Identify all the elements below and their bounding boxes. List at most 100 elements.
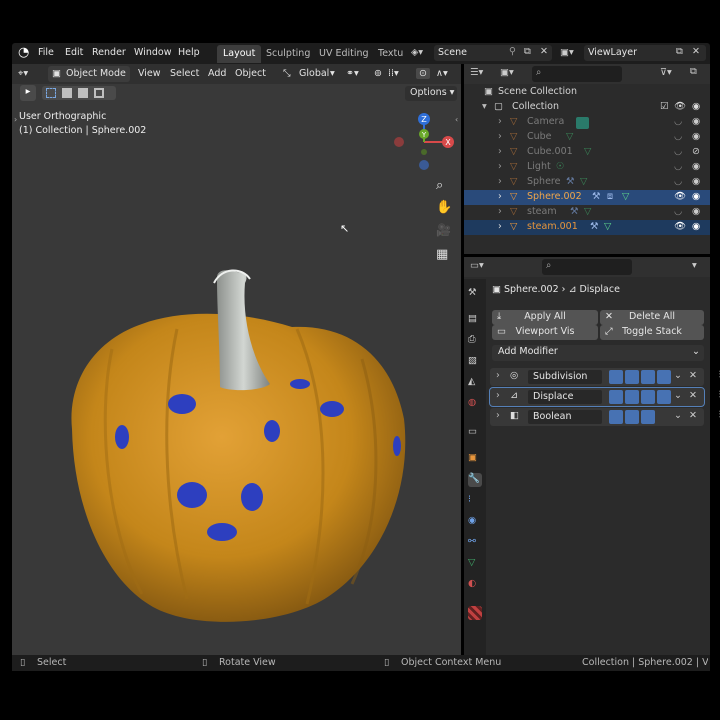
physics-tab-icon[interactable]: ◉ [468, 515, 482, 529]
close-icon[interactable]: ✕ [689, 370, 697, 381]
expand-chevron-icon[interactable]: › [498, 146, 502, 157]
camera-icon[interactable]: ◉ [692, 101, 700, 112]
outliner-row-cube-001[interactable]: › ▽ Cube.001 ▽ ◡ ⊘ [464, 145, 710, 160]
pin-icon[interactable]: ⚲ [509, 46, 516, 57]
new-collection-icon[interactable]: ⧉ [690, 66, 697, 77]
render-toggle-icon[interactable] [657, 370, 671, 384]
grid-view-icon[interactable]: ▦ [436, 247, 448, 262]
view-layer-field[interactable]: ViewLayer ⧉ ✕ [584, 45, 706, 61]
3d-viewport[interactable]: ⌖▾ ▣ Object Mode View Select Add Object … [12, 64, 461, 655]
scene-tab-icon[interactable]: ◭ [468, 376, 482, 390]
camera-icon[interactable]: ◉ [692, 206, 700, 217]
chevron-down-icon[interactable]: ⌄ [674, 410, 682, 421]
menu-object[interactable]: Object [235, 68, 266, 79]
eye-closed-icon[interactable]: ◡ [674, 131, 682, 142]
pan-hand-icon[interactable]: ✋ [436, 200, 452, 215]
modifier-boolean[interactable]: › ◧ Boolean ⌄ ✕ ⠿ [490, 408, 720, 426]
on-cage-toggle-icon[interactable] [625, 390, 639, 404]
modifier-name-field[interactable]: Boolean [528, 410, 602, 424]
remove-scene-icon[interactable]: ✕ [540, 46, 548, 57]
menu-help[interactable]: Help [178, 47, 200, 58]
transform-orientation-icon[interactable]: ⤡ [283, 68, 291, 79]
modifier-name-field[interactable]: Subdivision [528, 370, 602, 384]
tab-layout[interactable]: Layout [217, 45, 262, 63]
zoom-icon[interactable]: ⌕ [436, 178, 443, 193]
new-scene-icon[interactable]: ⧉ [524, 46, 531, 57]
eye-icon[interactable]: 👁 [674, 191, 686, 202]
menu-select[interactable]: Select [170, 68, 199, 79]
camera-icon[interactable]: ◉ [692, 176, 700, 187]
falloff-icon[interactable]: ∧▾ [436, 68, 448, 79]
edit-mode-toggle-icon[interactable] [609, 390, 623, 404]
texture-tab-icon[interactable] [468, 606, 482, 620]
checkbox-icon[interactable]: ☑ [660, 101, 669, 112]
eye-closed-icon[interactable]: ◡ [674, 176, 682, 187]
menu-add[interactable]: Add [208, 68, 226, 79]
editor-type-icon[interactable]: ▭▾ [470, 260, 484, 271]
render-toggle-icon[interactable] [657, 390, 671, 404]
viewport-vis-button[interactable]: ▭ Viewport Vis [492, 325, 598, 340]
scene-selector-icon[interactable]: ◈▾ [411, 47, 423, 58]
camera-icon[interactable]: ◉ [692, 131, 700, 142]
collection-tab-icon[interactable]: ▭ [468, 426, 482, 440]
tab-sculpting[interactable]: Sculpting [260, 45, 316, 63]
display-mode-icon[interactable]: ▣▾ [500, 67, 514, 78]
transform-orientation-dropdown[interactable]: Global [299, 68, 329, 79]
close-icon[interactable]: ✕ [689, 410, 697, 421]
expand-chevron-icon[interactable]: › [498, 176, 502, 187]
editor-type-icon[interactable]: ⌖▾ [18, 68, 28, 79]
select-new-icon[interactable] [46, 88, 56, 98]
world-tab-icon[interactable]: ◍ [468, 397, 482, 411]
chevron-down-icon[interactable]: ⌄ [674, 390, 682, 401]
data-tab-icon[interactable]: ▽ [468, 557, 482, 571]
editor-type-icon[interactable]: ☰▾ [470, 67, 483, 78]
on-cage-toggle-icon[interactable] [625, 370, 639, 384]
toolbar-collapse-icon[interactable]: › [14, 115, 17, 124]
object-tab-icon[interactable]: ▣ [468, 452, 482, 466]
modifier-displace[interactable]: › ⊿ Displace ⌄ ✕ ⠿ [489, 387, 720, 407]
view-layer-tab-icon[interactable]: ▧ [468, 355, 482, 369]
chevron-down-icon[interactable]: ⌄ [674, 370, 682, 381]
pivot-icon[interactable]: ⚭▾ [346, 68, 359, 79]
scene-field[interactable]: Scene ⚲ ⧉ ✕ [434, 45, 552, 61]
expand-chevron-icon[interactable]: › [498, 116, 502, 127]
chevron-down-icon[interactable]: ▾ [692, 260, 697, 271]
edit-mode-toggle-icon[interactable] [609, 370, 623, 384]
close-icon[interactable]: ✕ [689, 390, 697, 401]
outliner-row-steam-001[interactable]: › ▽ steam.001 ⚒ ▽ 👁 ◉ [464, 220, 710, 235]
eye-closed-icon[interactable]: ◡ [674, 116, 682, 127]
outliner-row-sphere[interactable]: › ▽ Sphere ⚒ ▽ ◡ ◉ [464, 175, 710, 190]
camera-view-icon[interactable]: 🎥 [436, 223, 451, 237]
render-tab-icon[interactable]: ▤ [468, 313, 482, 327]
modifier-name-field[interactable]: Displace [528, 390, 602, 404]
snap-target-icon[interactable]: ⁞⁞▾ [388, 68, 399, 79]
eye-closed-icon[interactable]: ◡ [674, 206, 682, 217]
blender-logo-icon[interactable]: ◔ [18, 45, 29, 60]
expand-chevron-icon[interactable]: › [498, 131, 502, 142]
tab-texture[interactable]: Textu [372, 45, 409, 63]
realtime-toggle-icon[interactable] [625, 410, 639, 424]
expand-chevron-icon[interactable]: › [496, 390, 500, 401]
select-invert-icon[interactable] [94, 88, 104, 98]
outliner-row-collection[interactable]: ▾ ▢ Collection ☑ 👁 ◉ [464, 100, 710, 115]
outliner-row-scene-collection[interactable]: ▣ Scene Collection [464, 85, 710, 100]
tool-tab-icon[interactable]: ⚒ [468, 287, 482, 301]
delete-all-button[interactable]: ✕ Delete All [600, 310, 704, 325]
expand-chevron-icon[interactable]: › [496, 370, 500, 381]
options-dropdown[interactable]: Options ▾ [405, 86, 457, 101]
menu-file[interactable]: File [38, 47, 54, 58]
select-tool-icon[interactable]: ▸ [20, 85, 36, 101]
expand-chevron-icon[interactable]: › [496, 410, 500, 421]
render-toggle-icon[interactable] [641, 410, 655, 424]
proportional-edit-icon[interactable]: ⊙ [416, 68, 430, 79]
camera-icon[interactable]: ◉ [692, 221, 700, 232]
properties-editor[interactable]: ▭▾ ⌕ ▾ ⚒ ▤ ⎙ ▧ ◭ ◍ ▭ ▣ 🔧 ⁝ ◉ ⚯ ▽ ◐ ▣ Sph… [464, 257, 720, 655]
filter-icon[interactable]: ⊽▾ [660, 67, 672, 78]
outliner-row-sphere-002[interactable]: › ▽ Sphere.002 ⚒ ⧈ ▽ 👁 ◉ [464, 190, 710, 205]
expand-chevron-icon[interactable]: ▾ [482, 101, 487, 112]
outliner-row-camera[interactable]: › ▽ Camera ◡ ◉ [464, 115, 710, 130]
new-view-layer-icon[interactable]: ⧉ [676, 46, 683, 57]
view-layer-selector-icon[interactable]: ▣▾ [560, 47, 574, 58]
menu-view[interactable]: View [138, 68, 161, 79]
particles-tab-icon[interactable]: ⁝ [468, 494, 482, 508]
